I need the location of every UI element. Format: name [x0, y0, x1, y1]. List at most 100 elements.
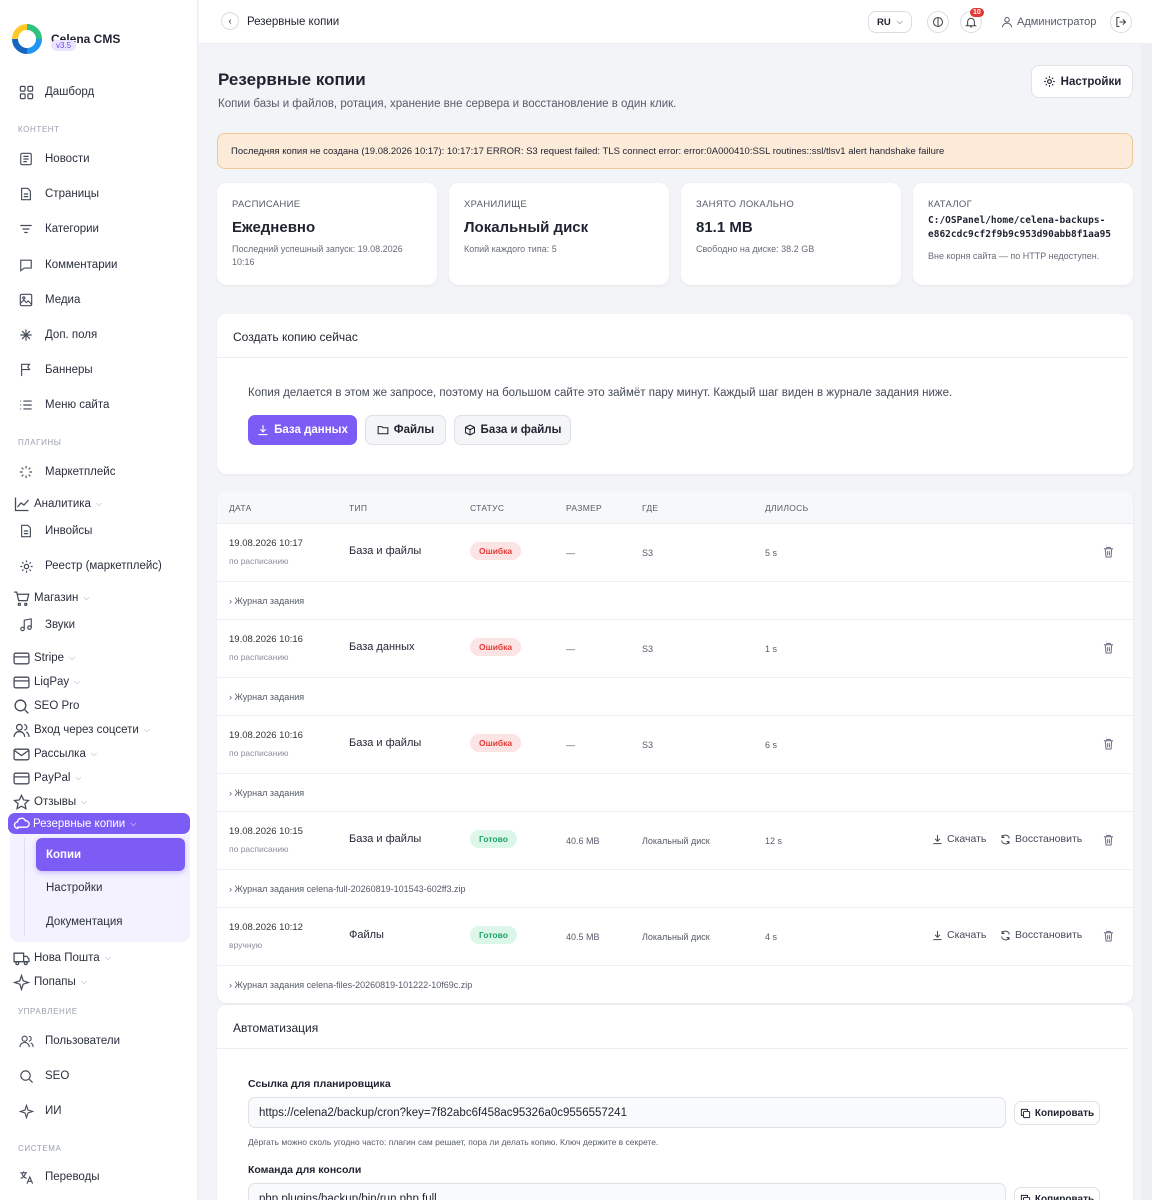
- sidebar-item-registry[interactable]: Реестр (маркетплейс): [18, 555, 162, 577]
- section-content: КОНТЕНТ: [18, 125, 60, 134]
- celena-logo-icon: [12, 24, 42, 54]
- sidebar-item-paypal[interactable]: PayPal ⌵: [13, 767, 82, 789]
- sidebar-item-popups[interactable]: Попапы ⌵: [13, 971, 87, 993]
- trash-icon[interactable]: [1103, 642, 1114, 654]
- back-button[interactable]: ‹: [221, 12, 239, 30]
- language-select[interactable]: RU ⌵: [868, 11, 912, 33]
- download-label: Скачать: [947, 929, 987, 941]
- settings-button-label: Настройки: [1060, 75, 1122, 88]
- stat-note: Вне корня сайта — по HTTP недоступен.: [928, 251, 1100, 261]
- sidebar-item-ai[interactable]: ИИ: [18, 1100, 62, 1122]
- job-log-toggle[interactable]: › Журнал задания: [217, 774, 1133, 812]
- download-icon: [933, 834, 942, 844]
- restore-button[interactable]: Восстановить: [1000, 929, 1082, 941]
- sidebar-item-mailing[interactable]: Рассылка ⌵: [13, 743, 97, 765]
- user-menu[interactable]: Администратор: [1001, 16, 1096, 28]
- copy-console-button[interactable]: Копировать: [1014, 1187, 1100, 1200]
- sidebar-item-news[interactable]: Новости: [18, 148, 90, 170]
- copy-icon: [1020, 1194, 1030, 1200]
- row-duration: 12 s: [765, 836, 783, 846]
- sidebar-item-shop[interactable]: Магазин ⌵: [13, 587, 89, 609]
- list-icon: [18, 397, 34, 413]
- sidebar-item-stripe[interactable]: Stripe ⌵: [13, 647, 75, 669]
- row-type: База данных: [349, 641, 415, 653]
- subnav-item-copies[interactable]: Копии: [36, 838, 185, 871]
- sidebar-item-nova-poshta[interactable]: Нова Пошта ⌵: [13, 947, 111, 969]
- brand[interactable]: Celena CMS v3.5: [12, 24, 120, 54]
- sidebar-item-sounds[interactable]: Звуки: [18, 614, 75, 636]
- sidebar-item-marketplace[interactable]: Маркетплейс: [18, 461, 115, 483]
- automation-card: Автоматизация Ссылка для планировщика ht…: [217, 1005, 1133, 1200]
- row-where: S3: [642, 644, 654, 654]
- search-icon: [18, 1068, 34, 1084]
- chevron-left-icon: ‹: [228, 15, 232, 27]
- sidebar-item-media[interactable]: Медиа: [18, 289, 80, 311]
- row-source: по расписанию: [229, 748, 289, 758]
- filter-icon: [18, 221, 34, 237]
- download-button[interactable]: Скачать: [932, 929, 986, 941]
- sidebar-item-social-login[interactable]: Вход через соцсети ⌵: [13, 719, 150, 741]
- stat-label: ХРАНИЛИЩЕ: [464, 199, 528, 210]
- backup-files-button[interactable]: Файлы: [365, 415, 446, 445]
- backup-database-button[interactable]: База данных: [248, 415, 357, 445]
- folder-icon: [377, 426, 389, 435]
- sidebar-item-categories[interactable]: Категории: [18, 218, 99, 240]
- theme-toggle-button[interactable]: [927, 11, 949, 33]
- logout-button[interactable]: [1110, 11, 1132, 33]
- subnav-item-docs[interactable]: Документация: [46, 916, 123, 928]
- job-log-toggle[interactable]: › Журнал задания: [217, 582, 1133, 620]
- sparkle-icon: [18, 464, 34, 480]
- subnav-item-settings[interactable]: Настройки: [46, 882, 102, 894]
- sidebar-item-site-menu[interactable]: Меню сайта: [18, 394, 109, 416]
- sidebar-item-label: ИИ: [45, 1105, 62, 1117]
- scrollbar[interactable]: [1141, 44, 1152, 1200]
- row-duration: 4 s: [765, 932, 778, 942]
- job-log-toggle[interactable]: › Журнал задания celena-full-20260819-10…: [217, 870, 1133, 908]
- row-source: по расписанию: [229, 556, 289, 566]
- sidebar-item-users[interactable]: Пользователи: [18, 1030, 120, 1052]
- sidebar-item-seo[interactable]: SEO: [18, 1065, 69, 1087]
- trash-icon[interactable]: [1103, 546, 1114, 558]
- sidebar-item-backups[interactable]: Резервные копии ⌵: [8, 813, 190, 834]
- sidebar-item-extra-fields[interactable]: Доп. поля: [18, 324, 97, 346]
- credit-card-icon: [13, 674, 30, 691]
- trash-icon[interactable]: [1103, 834, 1114, 846]
- sidebar-item-banners[interactable]: Баннеры: [18, 359, 93, 381]
- sidebar-item-translations[interactable]: Переводы: [18, 1166, 100, 1188]
- restore-button[interactable]: Восстановить: [1000, 833, 1082, 845]
- version-badge: v3.5: [51, 40, 77, 51]
- stat-card-storage: ХРАНИЛИЩЕ Локальный диск Копий каждого т…: [449, 183, 669, 285]
- backup-both-button[interactable]: База и файлы: [454, 415, 571, 445]
- directory-path-line-2: e862cdc9cf2f9b9c953d90abb8f1aa95: [928, 229, 1112, 240]
- job-log-toggle[interactable]: › Журнал задания: [217, 678, 1133, 716]
- sidebar-item-pages[interactable]: Страницы: [18, 183, 99, 205]
- download-button[interactable]: Скачать: [932, 833, 986, 845]
- cron-url-field[interactable]: https://celena2/backup/cron?key=7f82abc6…: [248, 1097, 1006, 1128]
- sidebar-item-dashboard[interactable]: Дашборд: [18, 81, 94, 103]
- sidebar-item-comments[interactable]: Комментарии: [18, 254, 117, 276]
- cloud-icon: [13, 815, 30, 832]
- sidebar-item-seo-pro[interactable]: SEO Pro: [13, 695, 79, 717]
- button-label: База и файлы: [480, 424, 562, 436]
- sidebar-item-invoices[interactable]: Инвойсы: [18, 520, 92, 542]
- package-icon: [464, 424, 475, 436]
- image-icon: [18, 292, 34, 308]
- trash-icon[interactable]: [1103, 738, 1114, 750]
- button-label: Файлы: [393, 424, 435, 436]
- job-log-toggle[interactable]: › Журнал задания celena-files-20260819-1…: [217, 966, 1133, 1003]
- notifications-badge: 10: [970, 8, 984, 17]
- copy-cron-button[interactable]: Копировать: [1014, 1101, 1100, 1125]
- chart-line-icon: [13, 496, 30, 513]
- stat-value: 81.1 MB: [696, 219, 753, 236]
- settings-button[interactable]: Настройки: [1031, 65, 1133, 98]
- sidebar-item-reviews[interactable]: Отзывы ⌵: [13, 791, 87, 813]
- console-command-field[interactable]: php plugins/backup/bin/run.php full: [248, 1183, 1006, 1200]
- sidebar-item-label: Маркетплейс: [45, 466, 116, 478]
- refresh-icon: [1001, 834, 1010, 844]
- trash-icon[interactable]: [1103, 930, 1114, 942]
- sidebar-item-analytics[interactable]: Аналитика ⌵: [13, 493, 102, 515]
- row-where: Локальный диск: [642, 932, 710, 942]
- sidebar-item-liqpay[interactable]: LiqPay ⌵: [13, 671, 80, 693]
- sidebar-item-label: Баннеры: [45, 364, 93, 376]
- card-divider: [217, 357, 1129, 358]
